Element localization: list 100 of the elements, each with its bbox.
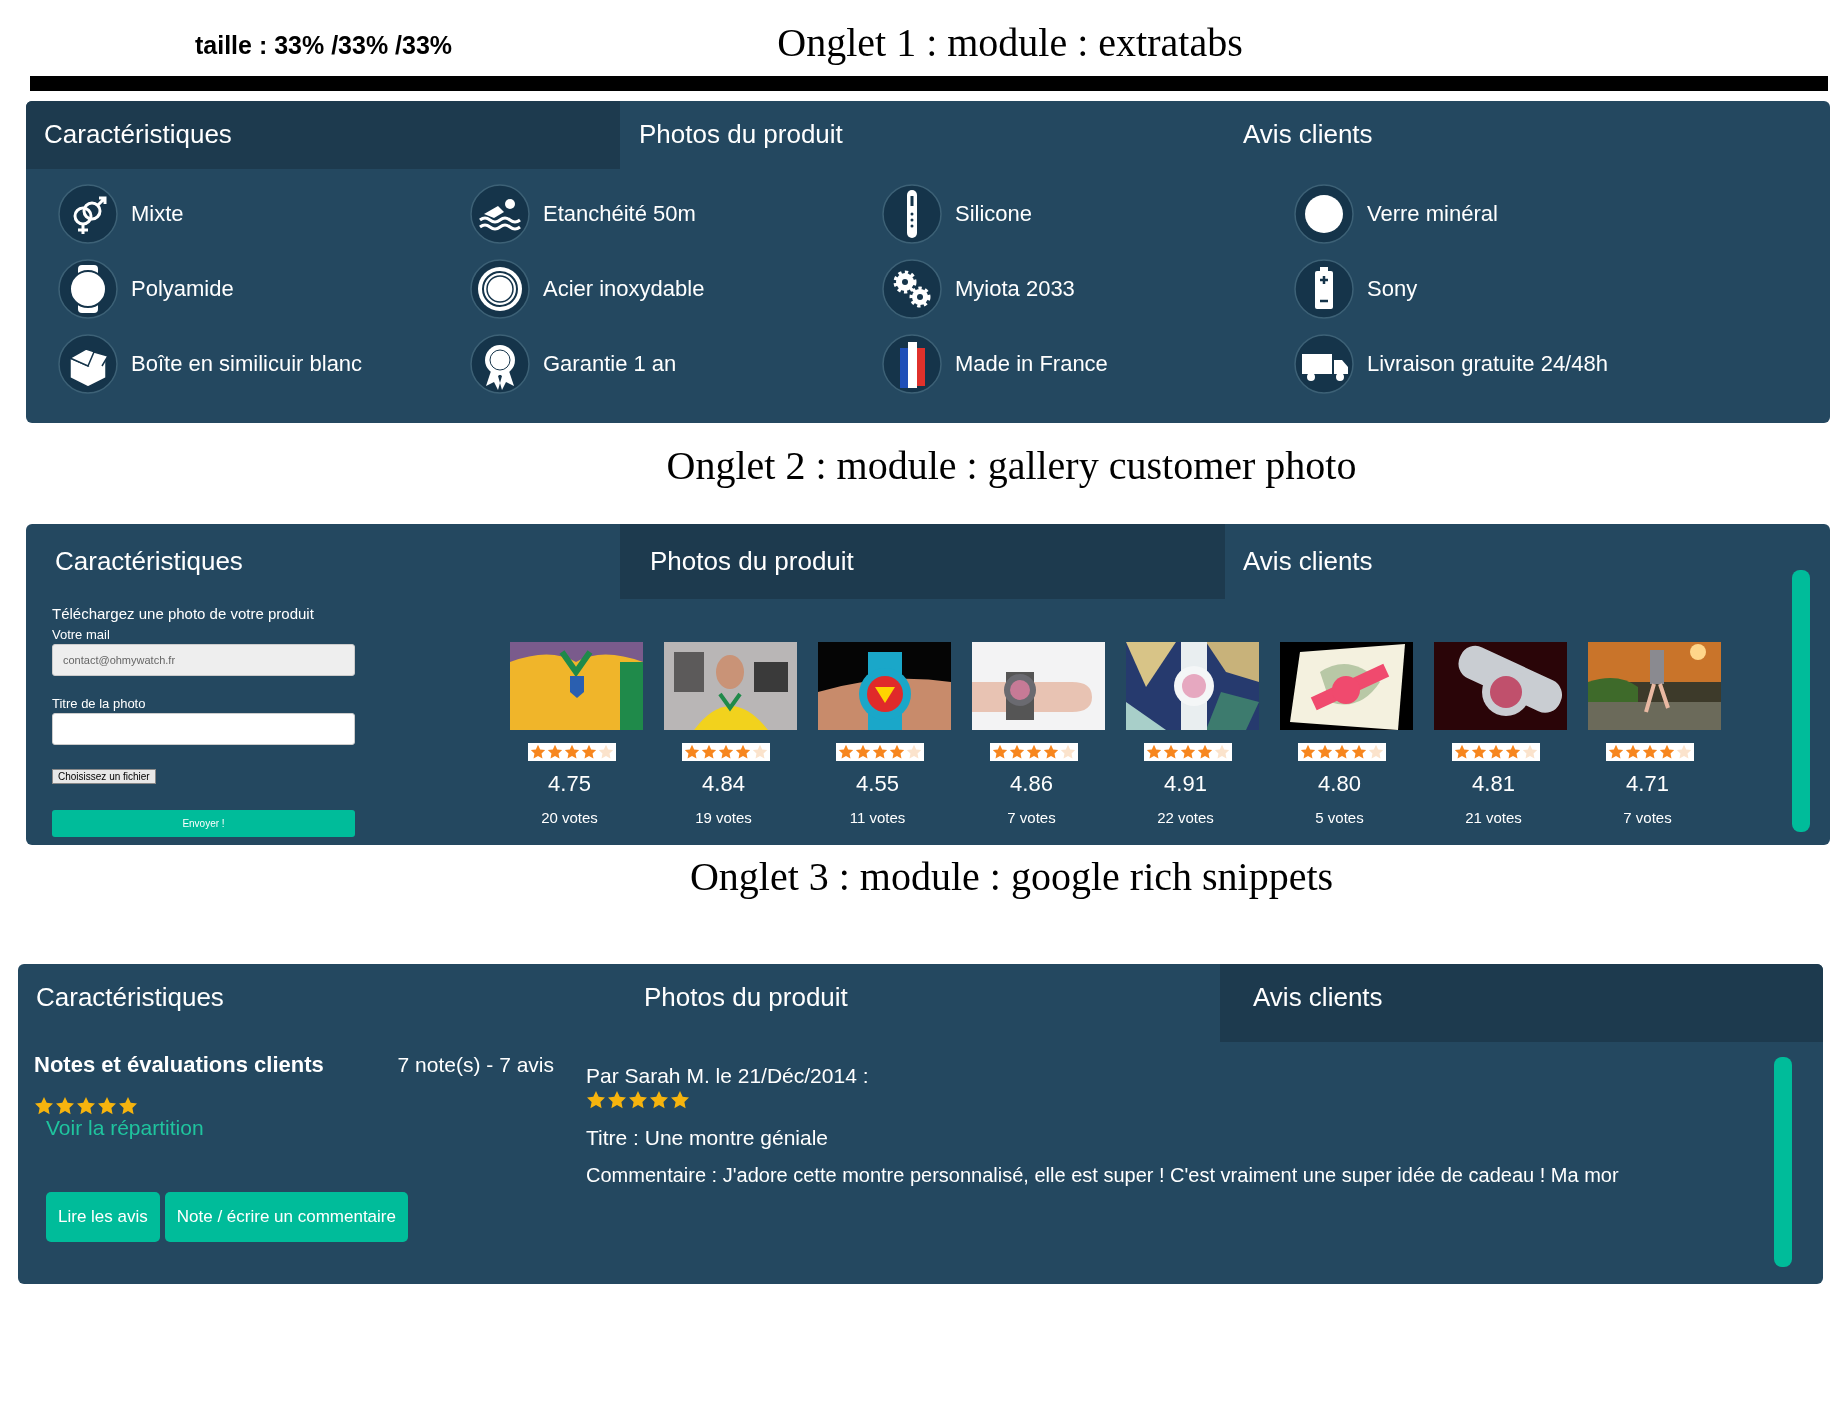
star-icon [1608, 744, 1624, 760]
star-icon [872, 744, 888, 760]
vote-count: 19 votes [695, 809, 752, 826]
star-icon [547, 744, 563, 760]
tab[interactable]: Photos du produit [620, 964, 1220, 1042]
star-icon [1351, 744, 1367, 760]
star-icon [1368, 744, 1384, 760]
star-icon [735, 744, 751, 760]
field-label: Votre mail [52, 627, 110, 642]
star-icon [628, 1090, 648, 1110]
feature-label: Etanchéité 50m [543, 201, 696, 227]
rating-value: 4.80 [1318, 771, 1361, 797]
star-icon [1659, 744, 1675, 760]
review-comment: Commentaire : J'adore cette montre personnalisé, elle est super ! C'est vraiment une super idée de cadeau ! Ma mor [586, 1164, 1619, 1187]
feature-label: Sony [1367, 276, 1418, 302]
truck-icon [1294, 334, 1354, 394]
review-title: Titre : Une montre géniale [586, 1126, 828, 1150]
scrollbar[interactable] [1792, 570, 1810, 832]
star-icon [1317, 744, 1333, 760]
box-icon [58, 334, 118, 394]
vote-count: 7 votes [1623, 809, 1672, 826]
rating-value: 4.75 [548, 771, 591, 797]
star-icon [1488, 744, 1504, 760]
vote-count: 21 votes [1465, 809, 1522, 826]
star-icon [1505, 744, 1521, 760]
star-icon [838, 744, 854, 760]
star-icon [1060, 744, 1076, 760]
feature-label: Verre minéral [1367, 201, 1498, 227]
gears-icon [882, 259, 942, 319]
star-icon [1454, 744, 1470, 760]
star-icon [670, 1090, 690, 1110]
tab[interactable]: Avis clients [1225, 101, 1830, 169]
upload-heading: Téléchargez une photo de votre produit [52, 605, 314, 622]
star-icon [1163, 744, 1179, 760]
star-icon [55, 1096, 75, 1116]
scrollbar[interactable] [1774, 1057, 1792, 1267]
tab[interactable]: Photos du produit [620, 101, 1225, 169]
title-field[interactable] [52, 713, 355, 745]
tab[interactable]: Caractéristiques [26, 524, 620, 599]
vote-count: 5 votes [1315, 809, 1364, 826]
watch-icon [58, 259, 118, 319]
tab[interactable]: Photos du produit [620, 524, 1225, 599]
star-icon [598, 744, 614, 760]
star-icon [581, 744, 597, 760]
star-icon [1642, 744, 1658, 760]
tab[interactable]: Caractéristiques [18, 964, 620, 1042]
tab[interactable]: Caractéristiques [26, 101, 620, 169]
distribution-link[interactable]: Voir la répartition [46, 1116, 204, 1140]
feature-label: Mixte [131, 201, 184, 227]
tab[interactable]: Avis clients [1220, 964, 1823, 1042]
star-icon [1625, 744, 1641, 760]
star-icon [1180, 744, 1196, 760]
vote-count: 7 votes [1007, 809, 1056, 826]
battery-icon [1294, 259, 1354, 319]
email-field[interactable]: contact@ohmywatch.fr [52, 644, 355, 676]
ratings-title: Notes et évaluations clients [34, 1052, 324, 1078]
star-icon [1214, 744, 1230, 760]
rating-value: 4.91 [1164, 771, 1207, 797]
section-heading: Onglet 2 : module : gallery customer photo [666, 443, 1357, 488]
star-icon [684, 744, 700, 760]
vote-count: 20 votes [541, 809, 598, 826]
swimmer-icon [470, 184, 530, 244]
star-icon [97, 1096, 117, 1116]
section-heading: Onglet 1 : module : extratabs [776, 19, 1244, 67]
star-icon [906, 744, 922, 760]
vote-count: 22 votes [1157, 809, 1214, 826]
star-icon [1146, 744, 1162, 760]
feature-label: Boîte en similicuir blanc [131, 351, 363, 377]
star-icon [1334, 744, 1350, 760]
rating-value: 4.86 [1010, 771, 1053, 797]
star-icon [118, 1096, 138, 1116]
star-icon [564, 744, 580, 760]
star-icon [1300, 744, 1316, 760]
rosette-icon [470, 334, 530, 394]
star-icon [889, 744, 905, 760]
strap-icon [882, 184, 942, 244]
star-icon [586, 1090, 606, 1110]
star-icon [649, 1090, 669, 1110]
rating-value: 4.81 [1472, 771, 1515, 797]
star-icon [1522, 744, 1538, 760]
star-icon [34, 1096, 54, 1116]
star-icon [718, 744, 734, 760]
section-heading: Onglet 3 : module : google rich snippets [689, 854, 1334, 899]
field-label: Titre de la photo [52, 696, 146, 711]
size-note: taille : 33% /33% /33% [194, 31, 454, 61]
file-button[interactable]: Choisissez un fichier [52, 769, 156, 784]
star-icon [752, 744, 768, 760]
star-icon [1026, 744, 1042, 760]
ring-icon [470, 259, 530, 319]
feature-label: Livraison gratuite 24/48h [1367, 351, 1608, 377]
star-icon [1043, 744, 1059, 760]
rating-value: 4.71 [1626, 771, 1669, 797]
tab[interactable]: Avis clients [1225, 524, 1830, 599]
star-icon [530, 744, 546, 760]
star-icon [701, 744, 717, 760]
rating-value: 4.55 [856, 771, 899, 797]
review-byline: Par Sarah M. le 21/Déc/2014 : [586, 1064, 869, 1088]
flag-icon [882, 334, 942, 394]
star-icon [1676, 744, 1692, 760]
star-icon [1009, 744, 1025, 760]
